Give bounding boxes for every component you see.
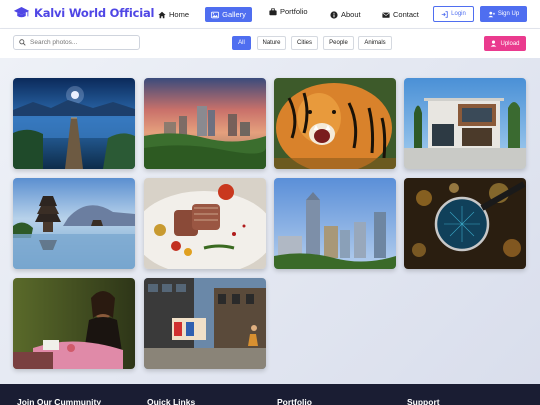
photo-modern-house[interactable] xyxy=(404,78,526,169)
briefcase-icon xyxy=(269,7,277,15)
brand-name: Kalvi World Official xyxy=(34,6,155,20)
nav-home[interactable]: Home xyxy=(158,7,189,22)
photo-city-sunset[interactable] xyxy=(144,78,266,169)
photo-gallery xyxy=(0,58,540,384)
user-plus-icon xyxy=(491,40,497,47)
footer-heading-quick-links: Quick Links xyxy=(147,397,196,405)
city-sunset-image xyxy=(144,78,266,169)
nav-portfolio-label: Portfolio xyxy=(280,7,308,16)
footer-heading-portfolio: Portfolio xyxy=(277,397,312,405)
login-label: Login xyxy=(451,11,466,17)
footer-heading-community: Join Our Cummunity xyxy=(17,397,102,405)
footer: Join Our Cummunity Quick Links Portfolio… xyxy=(0,384,540,405)
magnifier-image xyxy=(404,178,526,269)
temple-lake-image xyxy=(13,178,135,269)
graduation-cap-icon xyxy=(13,7,30,18)
photo-girl-reading[interactable] xyxy=(13,278,135,369)
nav-about-label: About xyxy=(341,10,361,19)
footer-heading-support: Support xyxy=(407,397,440,405)
nav-contact-label: Contact xyxy=(393,10,419,19)
photo-magnifier[interactable] xyxy=(404,178,526,269)
search-input[interactable] xyxy=(30,39,130,46)
filter-animals[interactable]: Animals xyxy=(358,36,392,50)
signup-label: Sign Up xyxy=(497,11,520,17)
gallery-toolbar: All Nature Cities People Animals Upload xyxy=(0,29,540,58)
home-icon xyxy=(158,11,166,18)
nav-gallery[interactable]: Gallery xyxy=(205,7,252,22)
nav-home-label: Home xyxy=(169,10,190,19)
photo-city-street[interactable] xyxy=(144,278,266,369)
city-street-image xyxy=(144,278,266,369)
gourmet-dish-image xyxy=(144,178,266,269)
navbar: Kalvi World Official Home Gallery Portfo… xyxy=(0,0,540,29)
tiger-image xyxy=(274,78,396,169)
photo-downtown[interactable] xyxy=(274,178,396,269)
search-icon xyxy=(19,39,26,46)
nav-gallery-label: Gallery xyxy=(222,10,246,19)
modern-house-image xyxy=(404,78,526,169)
downtown-image xyxy=(274,178,396,269)
girl-reading-image xyxy=(13,278,135,369)
info-icon xyxy=(330,10,338,19)
search-box[interactable] xyxy=(13,35,140,50)
upload-button[interactable]: Upload xyxy=(484,36,526,51)
photo-gourmet-dish[interactable] xyxy=(144,178,266,269)
nav-portfolio[interactable]: Portfolio xyxy=(269,4,308,19)
photo-temple-lake[interactable] xyxy=(13,178,135,269)
image-icon xyxy=(211,11,220,18)
lake-pier-image xyxy=(13,78,135,169)
nav-about[interactable]: About xyxy=(330,7,361,22)
user-plus-icon xyxy=(488,11,495,17)
signup-button[interactable]: Sign Up xyxy=(480,6,527,22)
filter-nature[interactable]: Nature xyxy=(257,36,286,50)
sign-in-icon xyxy=(441,10,448,18)
filter-all[interactable]: All xyxy=(232,36,251,50)
envelope-icon xyxy=(382,12,390,18)
upload-label: Upload xyxy=(500,40,520,47)
photo-lake-pier[interactable] xyxy=(13,78,135,169)
filter-cities[interactable]: Cities xyxy=(291,36,318,50)
nav-contact[interactable]: Contact xyxy=(382,7,419,22)
login-button[interactable]: Login xyxy=(433,6,474,22)
brand[interactable]: Kalvi World Official xyxy=(13,6,154,20)
photo-tiger[interactable] xyxy=(274,78,396,169)
filter-people[interactable]: People xyxy=(323,36,354,50)
